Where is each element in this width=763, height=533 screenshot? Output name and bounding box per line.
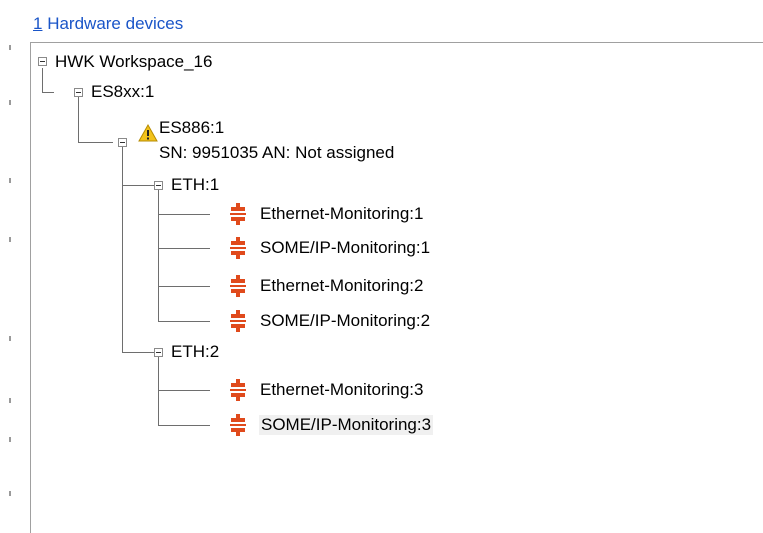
- tree-connector: [158, 321, 210, 322]
- tree-node-es8xx[interactable]: ES8xx:1: [91, 82, 154, 102]
- tree-connector: [122, 185, 154, 186]
- tree-connector: [122, 147, 123, 352]
- gutter-tick: [9, 437, 11, 442]
- warning-icon: [138, 124, 158, 142]
- collapse-icon[interactable]: [38, 57, 47, 66]
- collapse-icon[interactable]: [154, 181, 163, 190]
- monitoring-device-icon: [230, 414, 246, 436]
- tree-connector: [158, 190, 159, 321]
- panel-title-text: Hardware devices: [42, 14, 184, 33]
- panel-title[interactable]: 1 Hardware devices: [33, 14, 183, 34]
- monitoring-device-icon: [230, 237, 246, 259]
- gutter-tick: [9, 398, 11, 403]
- gutter-tick: [9, 178, 11, 183]
- monitoring-device-icon: [230, 203, 246, 225]
- tree-connector: [42, 68, 43, 92]
- monitoring-device-icon: [230, 275, 246, 297]
- tree-connector: [78, 142, 113, 143]
- tree-node-ethernet-monitoring[interactable]: Ethernet-Monitoring:3: [260, 380, 423, 400]
- tree-connector: [158, 286, 210, 287]
- tree-connector: [78, 97, 79, 142]
- collapse-icon[interactable]: [74, 88, 83, 97]
- monitoring-device-icon: [230, 310, 246, 332]
- tree-node-eth2[interactable]: ETH:2: [171, 342, 219, 362]
- tree-connector: [122, 352, 154, 353]
- tree-connector: [158, 425, 210, 426]
- gutter-tick: [9, 491, 11, 496]
- tree-node-ethernet-monitoring[interactable]: Ethernet-Monitoring:2: [260, 276, 423, 296]
- tree-node-workspace[interactable]: HWK Workspace_16: [55, 52, 212, 72]
- tree-node-ethernet-monitoring[interactable]: Ethernet-Monitoring:1: [260, 204, 423, 224]
- tree-node-eth1[interactable]: ETH:1: [171, 175, 219, 195]
- tree-connector: [158, 214, 210, 215]
- tree-node-someip-monitoring[interactable]: SOME/IP-Monitoring:2: [260, 311, 430, 331]
- gutter-tick: [9, 336, 11, 341]
- monitoring-device-icon: [230, 379, 246, 401]
- tree-connector: [42, 92, 54, 93]
- tree-node-someip-monitoring-selected[interactable]: SOME/IP-Monitoring:3: [259, 415, 434, 435]
- tree-connector: [158, 248, 210, 249]
- gutter-tick: [9, 237, 11, 242]
- tree-node-es886[interactable]: ES886:1: [159, 118, 224, 138]
- tree-node-es886-info: SN: 9951035 AN: Not assigned: [159, 143, 395, 162]
- gutter-tick: [9, 100, 11, 105]
- gutter-tick: [9, 45, 11, 50]
- tree-node-someip-monitoring[interactable]: SOME/IP-Monitoring:1: [260, 238, 430, 258]
- tree-connector: [158, 357, 159, 425]
- tree-connector: [158, 390, 210, 391]
- collapse-icon[interactable]: [118, 138, 127, 147]
- left-gutter: [0, 0, 30, 520]
- collapse-icon[interactable]: [154, 348, 163, 357]
